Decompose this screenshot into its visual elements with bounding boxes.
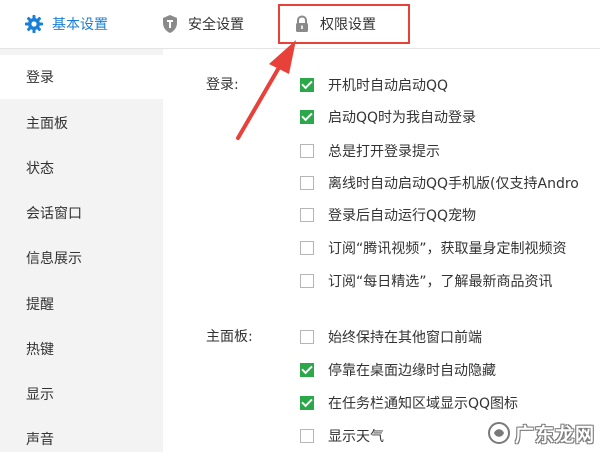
checkbox[interactable] [300, 110, 314, 124]
option-always-on-top[interactable]: 始终保持在其他窗口前端 [300, 326, 482, 348]
checkbox[interactable] [300, 363, 314, 377]
tab-basic-settings[interactable]: 基本设置 [24, 0, 108, 48]
option-label: 停靠在桌面边缘时自动隐藏 [328, 363, 496, 379]
option-label: 订阅“腾讯视频”，获取量身定制视频资 [328, 241, 567, 257]
sidebar-item-label: 登录 [26, 70, 54, 86]
panel-section-label: 主面板: [206, 329, 253, 345]
sidebar-item-label: 热键 [26, 342, 54, 358]
settings-tab-bar: 基本设置 安全设置 权限设置 [0, 0, 600, 49]
sidebar-item-main-panel[interactable]: 主面板 [0, 101, 163, 145]
option-auto-start[interactable]: 开机时自动启动QQ [300, 74, 448, 96]
tab-security-settings-label: 安全设置 [188, 17, 244, 33]
option-qq-pet[interactable]: 登录后自动运行QQ宠物 [300, 204, 476, 226]
gear-icon [24, 14, 44, 34]
checkbox[interactable] [300, 176, 314, 190]
option-auto-hide[interactable]: 停靠在桌面边缘时自动隐藏 [300, 359, 496, 381]
tab-security-settings[interactable]: 安全设置 [160, 0, 244, 48]
option-label: 离线时自动启动QQ手机版(仅支持Andro [328, 176, 579, 192]
option-label: 开机时自动启动QQ [328, 78, 449, 94]
watermark-text: 广东龙网 [515, 423, 596, 446]
checkbox[interactable] [300, 274, 314, 288]
checkbox[interactable] [300, 330, 314, 344]
sidebar-item-login[interactable]: 登录 [0, 55, 163, 99]
option-label: 登录后自动运行QQ宠物 [328, 208, 477, 224]
sidebar-item-info-display[interactable]: 信息展示 [0, 236, 163, 280]
option-auto-login[interactable]: 启动QQ时为我自动登录 [300, 106, 476, 128]
option-tray-icon[interactable]: 在任务栏通知区域显示QQ图标 [300, 392, 518, 414]
option-label: 启动QQ时为我自动登录 [328, 110, 477, 126]
checkbox[interactable] [300, 208, 314, 222]
checkbox[interactable] [300, 144, 314, 158]
sidebar-item-label: 会话窗口 [26, 206, 82, 222]
option-label: 在任务栏通知区域显示QQ图标 [328, 396, 519, 412]
sidebar-item-label: 信息展示 [26, 251, 82, 267]
sidebar-item-status[interactable]: 状态 [0, 146, 163, 190]
shield-icon [160, 14, 180, 34]
sidebar-item-hotkeys[interactable]: 热键 [0, 327, 163, 371]
sidebar-item-reminders[interactable]: 提醒 [0, 282, 163, 326]
option-login-tips[interactable]: 总是打开登录提示 [300, 140, 440, 162]
checkbox[interactable] [300, 396, 314, 410]
settings-sidebar: 登录 主面板 状态 会话窗口 信息展示 提醒 热键 显示 声音 [0, 49, 163, 452]
tab-basic-settings-label: 基本设置 [52, 17, 108, 33]
option-show-weather[interactable]: 显示天气 [300, 425, 384, 447]
option-subscribe-daily[interactable]: 订阅“每日精选”，了解最新商品资讯 [300, 270, 553, 292]
option-label: 显示天气 [328, 429, 384, 445]
sidebar-item-display[interactable]: 显示 [0, 372, 163, 416]
watermark: 广东龙网 [487, 414, 600, 452]
sidebar-item-chat-window[interactable]: 会话窗口 [0, 191, 163, 235]
sidebar-item-label: 显示 [26, 387, 54, 403]
option-label: 始终保持在其他窗口前端 [328, 330, 482, 346]
option-label: 总是打开登录提示 [328, 144, 440, 160]
checkbox[interactable] [300, 241, 314, 255]
sidebar-item-label: 声音 [26, 432, 54, 448]
option-label: 订阅“每日精选”，了解最新商品资讯 [328, 274, 553, 290]
annotation-highlight-box [278, 4, 410, 44]
checkbox[interactable] [300, 78, 314, 92]
sidebar-item-label: 主面板 [26, 116, 68, 132]
sidebar-item-sound[interactable]: 声音 [0, 417, 163, 461]
option-subscribe-video[interactable]: 订阅“腾讯视频”，获取量身定制视频资 [300, 237, 567, 259]
login-section-label: 登录: [206, 77, 239, 93]
checkbox[interactable] [300, 429, 314, 443]
option-mobile-offline[interactable]: 离线时自动启动QQ手机版(仅支持Andro [300, 172, 579, 194]
sidebar-item-label: 状态 [26, 161, 54, 177]
watermark-logo-icon [488, 422, 510, 444]
sidebar-item-label: 提醒 [26, 297, 54, 313]
